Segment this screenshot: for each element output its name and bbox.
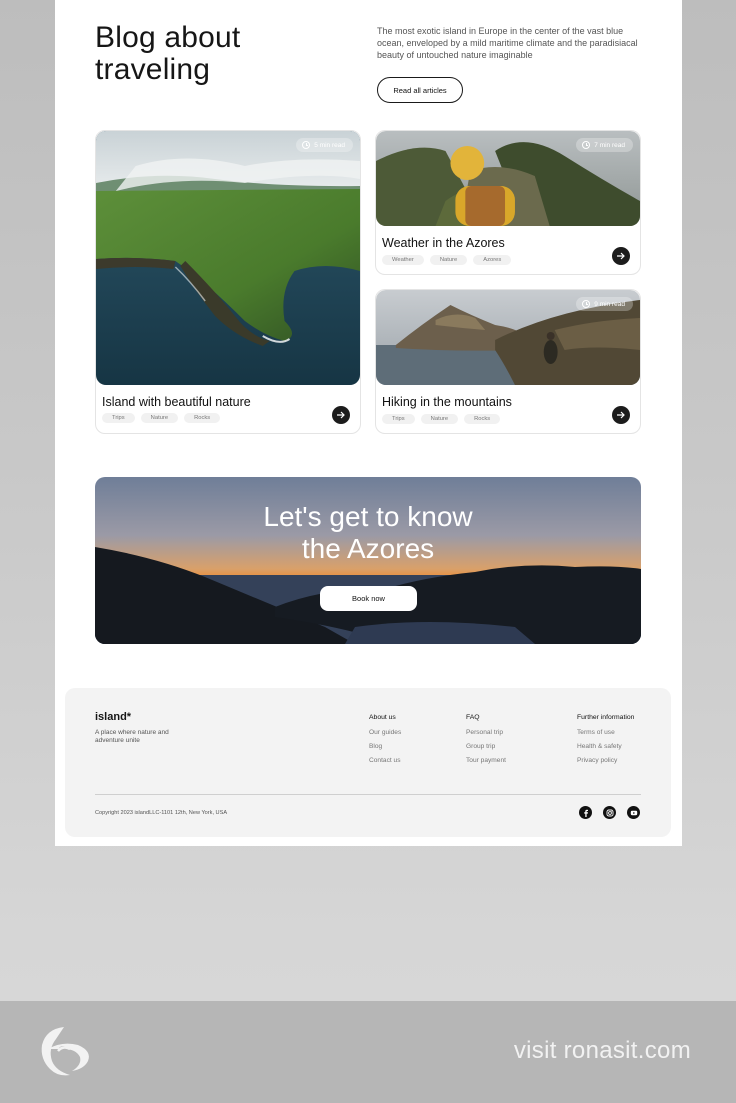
footer-column-heading: Further information bbox=[577, 714, 635, 721]
youtube-icon[interactable] bbox=[627, 806, 640, 819]
footer-link[interactable]: Privacy policy bbox=[577, 757, 634, 764]
tag[interactable]: Trips bbox=[102, 413, 135, 423]
footer-column-heading: About us bbox=[369, 714, 396, 721]
footer-link[interactable]: Our guides bbox=[369, 729, 401, 736]
read-time-badge: 7 min read bbox=[576, 138, 633, 152]
footer-column-about: About us Our guides Blog Contact us bbox=[369, 714, 401, 764]
ronasit-logo-icon bbox=[41, 1027, 89, 1076]
footer-link[interactable]: Group trip bbox=[466, 743, 506, 750]
footer-column-heading: FAQ bbox=[466, 714, 480, 721]
card-title: Island with beautiful nature bbox=[102, 395, 251, 409]
read-time-badge: 9 min read bbox=[576, 297, 633, 311]
azores-banner: Let's get to know the Azores Book now bbox=[95, 477, 641, 644]
read-all-articles-button[interactable]: Read all articles bbox=[377, 77, 463, 103]
instagram-icon[interactable] bbox=[603, 806, 616, 819]
clock-icon bbox=[582, 300, 591, 308]
copyright-text: Copyright 2023 islandLLC-1101 12th, New … bbox=[95, 810, 228, 816]
footer-link[interactable]: Personal trip bbox=[466, 729, 506, 736]
tag[interactable]: Azores bbox=[473, 255, 512, 265]
footer-link[interactable]: Tour payment bbox=[466, 757, 506, 764]
page-title-line1: Blog about bbox=[95, 21, 241, 54]
footer-divider bbox=[95, 794, 641, 795]
page-title-line2: traveling bbox=[95, 53, 211, 86]
tag[interactable]: Nature bbox=[429, 255, 468, 265]
tag[interactable]: Nature bbox=[140, 413, 179, 423]
hiker-fog-photo: 7 min read bbox=[376, 131, 640, 226]
arrow-right-icon[interactable] bbox=[612, 406, 630, 424]
tag[interactable]: Rocks bbox=[184, 413, 221, 423]
arrow-right-icon[interactable] bbox=[612, 247, 630, 265]
tag[interactable]: Trips bbox=[382, 414, 415, 424]
footer: island* A place where nature and adventu… bbox=[65, 688, 671, 837]
footer-logo[interactable]: island* bbox=[95, 711, 131, 723]
footer-link[interactable]: Health & safety bbox=[577, 743, 634, 750]
social-links bbox=[579, 806, 640, 819]
footer-link[interactable]: Contact us bbox=[369, 757, 401, 764]
island-photo: 5 min read bbox=[96, 131, 360, 385]
tag-list: Trips Nature Rocks bbox=[382, 414, 501, 424]
article-card-weather[interactable]: 7 min read Weather in the Azores Weather… bbox=[375, 130, 641, 275]
watermark-text[interactable]: visit ronasit.com bbox=[514, 1037, 691, 1065]
tag-list: Weather Nature Azores bbox=[382, 255, 512, 265]
tag-list: Trips Nature Rocks bbox=[102, 413, 221, 423]
article-card-hiking[interactable]: 9 min read Hiking in the mountains Trips… bbox=[375, 289, 641, 434]
footer-link[interactable]: Blog bbox=[369, 743, 401, 750]
card-title: Hiking in the mountains bbox=[382, 395, 512, 409]
card-title: Weather in the Azores bbox=[382, 236, 505, 250]
footer-link[interactable]: Terms of use bbox=[577, 729, 634, 736]
article-card-island[interactable]: 5 min read Island with beautiful nature … bbox=[95, 130, 361, 434]
banner-title: Let's get to know the Azores bbox=[263, 501, 473, 564]
facebook-icon[interactable] bbox=[579, 806, 592, 819]
hero-description: The most exotic island in Europe in the … bbox=[377, 26, 638, 61]
page-title: Blog about traveling bbox=[95, 22, 240, 86]
footer-column-info: Further information Terms of use Health … bbox=[577, 714, 634, 764]
clock-icon bbox=[582, 141, 591, 149]
clock-icon bbox=[302, 141, 311, 149]
blog-page: Blog about traveling The most exotic isl… bbox=[55, 0, 682, 846]
read-time-badge: 5 min read bbox=[296, 138, 353, 152]
watermark-strip: visit ronasit.com bbox=[0, 1001, 736, 1103]
footer-tagline: A place where nature and adventure unite bbox=[95, 729, 169, 744]
footer-column-faq: FAQ Personal trip Group trip Tour paymen… bbox=[466, 714, 506, 764]
tag[interactable]: Rocks bbox=[464, 414, 501, 424]
tag[interactable]: Weather bbox=[382, 255, 424, 265]
mountain-photo: 9 min read bbox=[376, 290, 640, 385]
tag[interactable]: Nature bbox=[420, 414, 459, 424]
arrow-right-icon[interactable] bbox=[332, 406, 350, 424]
book-now-button[interactable]: Book now bbox=[320, 586, 417, 611]
